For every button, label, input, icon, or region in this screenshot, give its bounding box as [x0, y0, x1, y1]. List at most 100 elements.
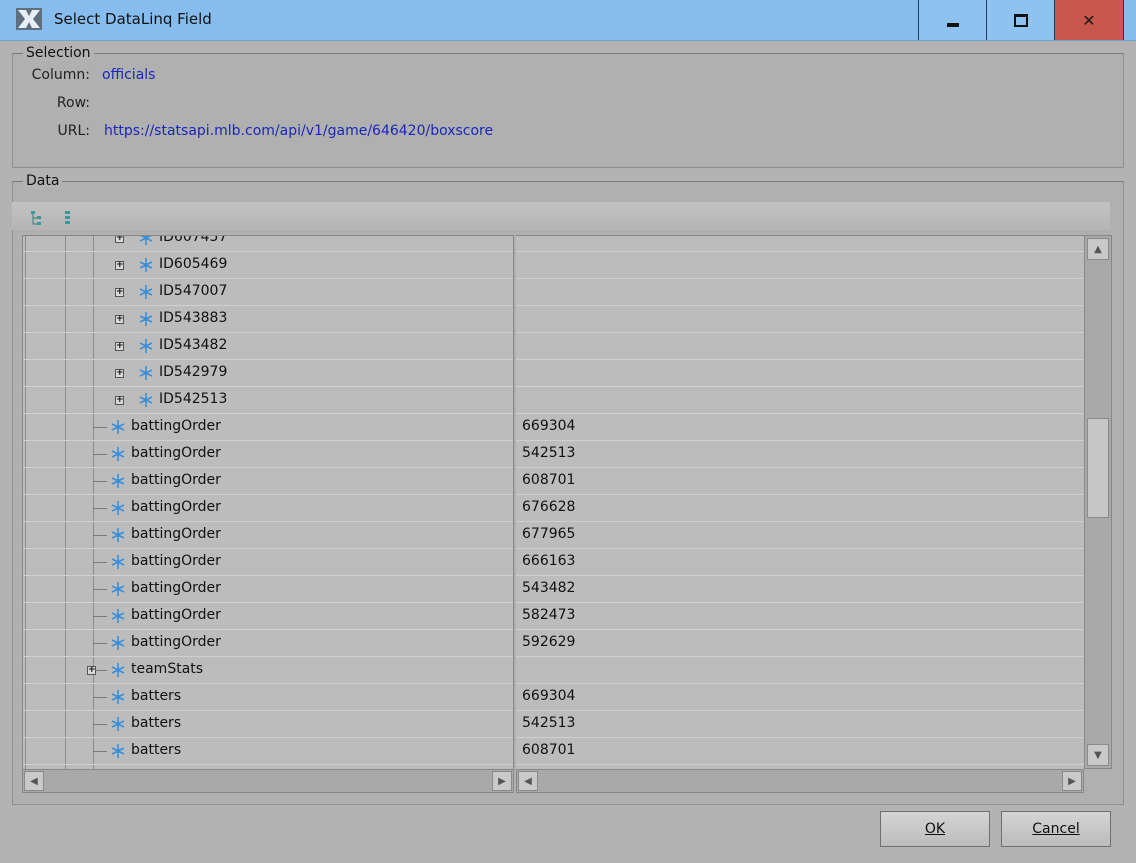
tree-row-label: battingOrder	[131, 553, 221, 569]
tree-row[interactable]: battingOrder	[23, 522, 513, 549]
tree-row[interactable]: battingOrder	[23, 576, 513, 603]
tree-row[interactable]: + ID542513	[23, 387, 513, 414]
expand-toggle-icon[interactable]: +	[87, 666, 96, 675]
value-row[interactable]	[516, 236, 1084, 252]
value-row[interactable]	[516, 279, 1084, 306]
value-horizontal-scrollbar[interactable]: ◀ ▶	[516, 769, 1084, 793]
scroll-down-button[interactable]: ▼	[1087, 744, 1109, 766]
tree-row[interactable]: batters	[23, 738, 513, 765]
json-node-icon	[139, 366, 153, 380]
tree-row-label: ID543883	[159, 310, 228, 326]
tree-row[interactable]: + ID547007	[23, 279, 513, 306]
value-cell: 582473	[522, 607, 576, 623]
value-row[interactable]	[516, 252, 1084, 279]
close-button[interactable]: ✕	[1054, 0, 1124, 40]
selection-legend: Selection	[23, 45, 94, 61]
json-node-icon	[111, 528, 125, 542]
scrollbar-thumb[interactable]	[1087, 418, 1109, 518]
value-row[interactable]: 608701	[516, 468, 1084, 495]
expand-toggle-icon[interactable]: +	[115, 369, 124, 378]
value-row[interactable]: 669304	[516, 414, 1084, 441]
tree-row[interactable]: battingOrder	[23, 630, 513, 657]
value-row[interactable]	[516, 387, 1084, 414]
cancel-button[interactable]: Cancel	[1001, 811, 1111, 847]
tree-row-label: battingOrder	[131, 418, 221, 434]
value-row[interactable]	[516, 333, 1084, 360]
tree-connector-line	[93, 508, 107, 509]
value-row[interactable]: 676628	[516, 495, 1084, 522]
tree-connector-line	[93, 616, 107, 617]
tree-scroll-left-button[interactable]: ◀	[24, 771, 44, 791]
tree-row[interactable]: + ID605469	[23, 252, 513, 279]
json-node-icon	[139, 236, 153, 245]
tree-row-label: battingOrder	[131, 607, 221, 623]
tree-row[interactable]: + ID607457	[23, 235, 513, 252]
title-bar[interactable]: Select DataLinq Field ✕	[0, 0, 1136, 41]
value-cell: 542513	[522, 445, 576, 461]
expand-toggle-icon[interactable]: +	[115, 315, 124, 324]
tree-row[interactable]: battingOrder	[23, 441, 513, 468]
value-row[interactable]	[516, 360, 1084, 387]
json-node-icon	[111, 447, 125, 461]
vertical-scrollbar[interactable]: ▲ ▼	[1084, 235, 1112, 769]
expand-toggle-icon[interactable]: +	[115, 261, 124, 270]
json-node-icon	[111, 636, 125, 650]
expand-toggle-icon[interactable]: +	[115, 288, 124, 297]
selection-group: Selection	[12, 45, 1124, 168]
minimize-button[interactable]	[918, 0, 986, 40]
tree-pane[interactable]: + ID607457 + ID605469 + ID547007 + ID543883 + ID5…	[22, 235, 514, 780]
tree-collapse-icon[interactable]	[62, 210, 76, 226]
tree-row[interactable]: + teamStats	[23, 657, 513, 684]
chevron-down-icon: ▼	[1094, 749, 1102, 761]
ok-button[interactable]: OK	[880, 811, 990, 847]
tree-scroll-right-button[interactable]: ▶	[492, 771, 512, 791]
tree-toolbar	[12, 202, 1110, 230]
json-node-icon	[139, 258, 153, 272]
expand-toggle-icon[interactable]: +	[115, 396, 124, 405]
value-row[interactable]: 542513	[516, 711, 1084, 738]
value-row[interactable]	[516, 306, 1084, 333]
tree-horizontal-scrollbar[interactable]: ◀ ▶	[22, 769, 514, 793]
json-node-icon	[111, 582, 125, 596]
tree-connector-line	[93, 481, 107, 482]
tree-connector-line	[93, 697, 107, 698]
tree-row[interactable]: battingOrder	[23, 468, 513, 495]
value-row[interactable]	[516, 657, 1084, 684]
tree-row[interactable]: batters	[23, 684, 513, 711]
tree-row[interactable]: battingOrder	[23, 603, 513, 630]
value-cell: 592629	[522, 634, 576, 650]
value-row[interactable]: 542513	[516, 441, 1084, 468]
maximize-button[interactable]	[986, 0, 1054, 40]
value-row[interactable]: 543482	[516, 576, 1084, 603]
tree-row[interactable]: battingOrder	[23, 414, 513, 441]
json-node-icon	[139, 339, 153, 353]
scroll-up-button[interactable]: ▲	[1087, 238, 1109, 260]
tree-row-label: ID607457	[159, 235, 228, 245]
value-cell: 676628	[522, 499, 576, 515]
tree-row[interactable]: + ID542979	[23, 360, 513, 387]
url-label: URL:	[57, 123, 91, 139]
value-scroll-right-button[interactable]: ▶	[1062, 771, 1082, 791]
tree-row[interactable]: battingOrder	[23, 495, 513, 522]
maximize-icon	[1013, 13, 1028, 27]
value-row[interactable]: 677965	[516, 522, 1084, 549]
value-pane[interactable]: 669304 542513 608701 676628 677965 666163 5434…	[516, 235, 1084, 780]
tree-connector-line	[93, 724, 107, 725]
expand-toggle-icon[interactable]: +	[115, 236, 124, 243]
tree-row[interactable]: + ID543883	[23, 306, 513, 333]
value-row[interactable]: 669304	[516, 684, 1084, 711]
tree-row-label: battingOrder	[131, 526, 221, 542]
tree-row[interactable]: batters	[23, 711, 513, 738]
json-node-icon	[111, 474, 125, 488]
expand-toggle-icon[interactable]: +	[115, 342, 124, 351]
tree-row[interactable]: + ID543482	[23, 333, 513, 360]
value-row[interactable]: 608701	[516, 738, 1084, 765]
value-row[interactable]: 666163	[516, 549, 1084, 576]
value-scroll-left-button[interactable]: ◀	[518, 771, 538, 791]
tree-expand-icon[interactable]	[30, 210, 44, 226]
value-row[interactable]: 592629	[516, 630, 1084, 657]
value-row[interactable]: 582473	[516, 603, 1084, 630]
json-node-icon	[111, 717, 125, 731]
tree-row[interactable]: battingOrder	[23, 549, 513, 576]
tree-connector-line	[93, 535, 107, 536]
